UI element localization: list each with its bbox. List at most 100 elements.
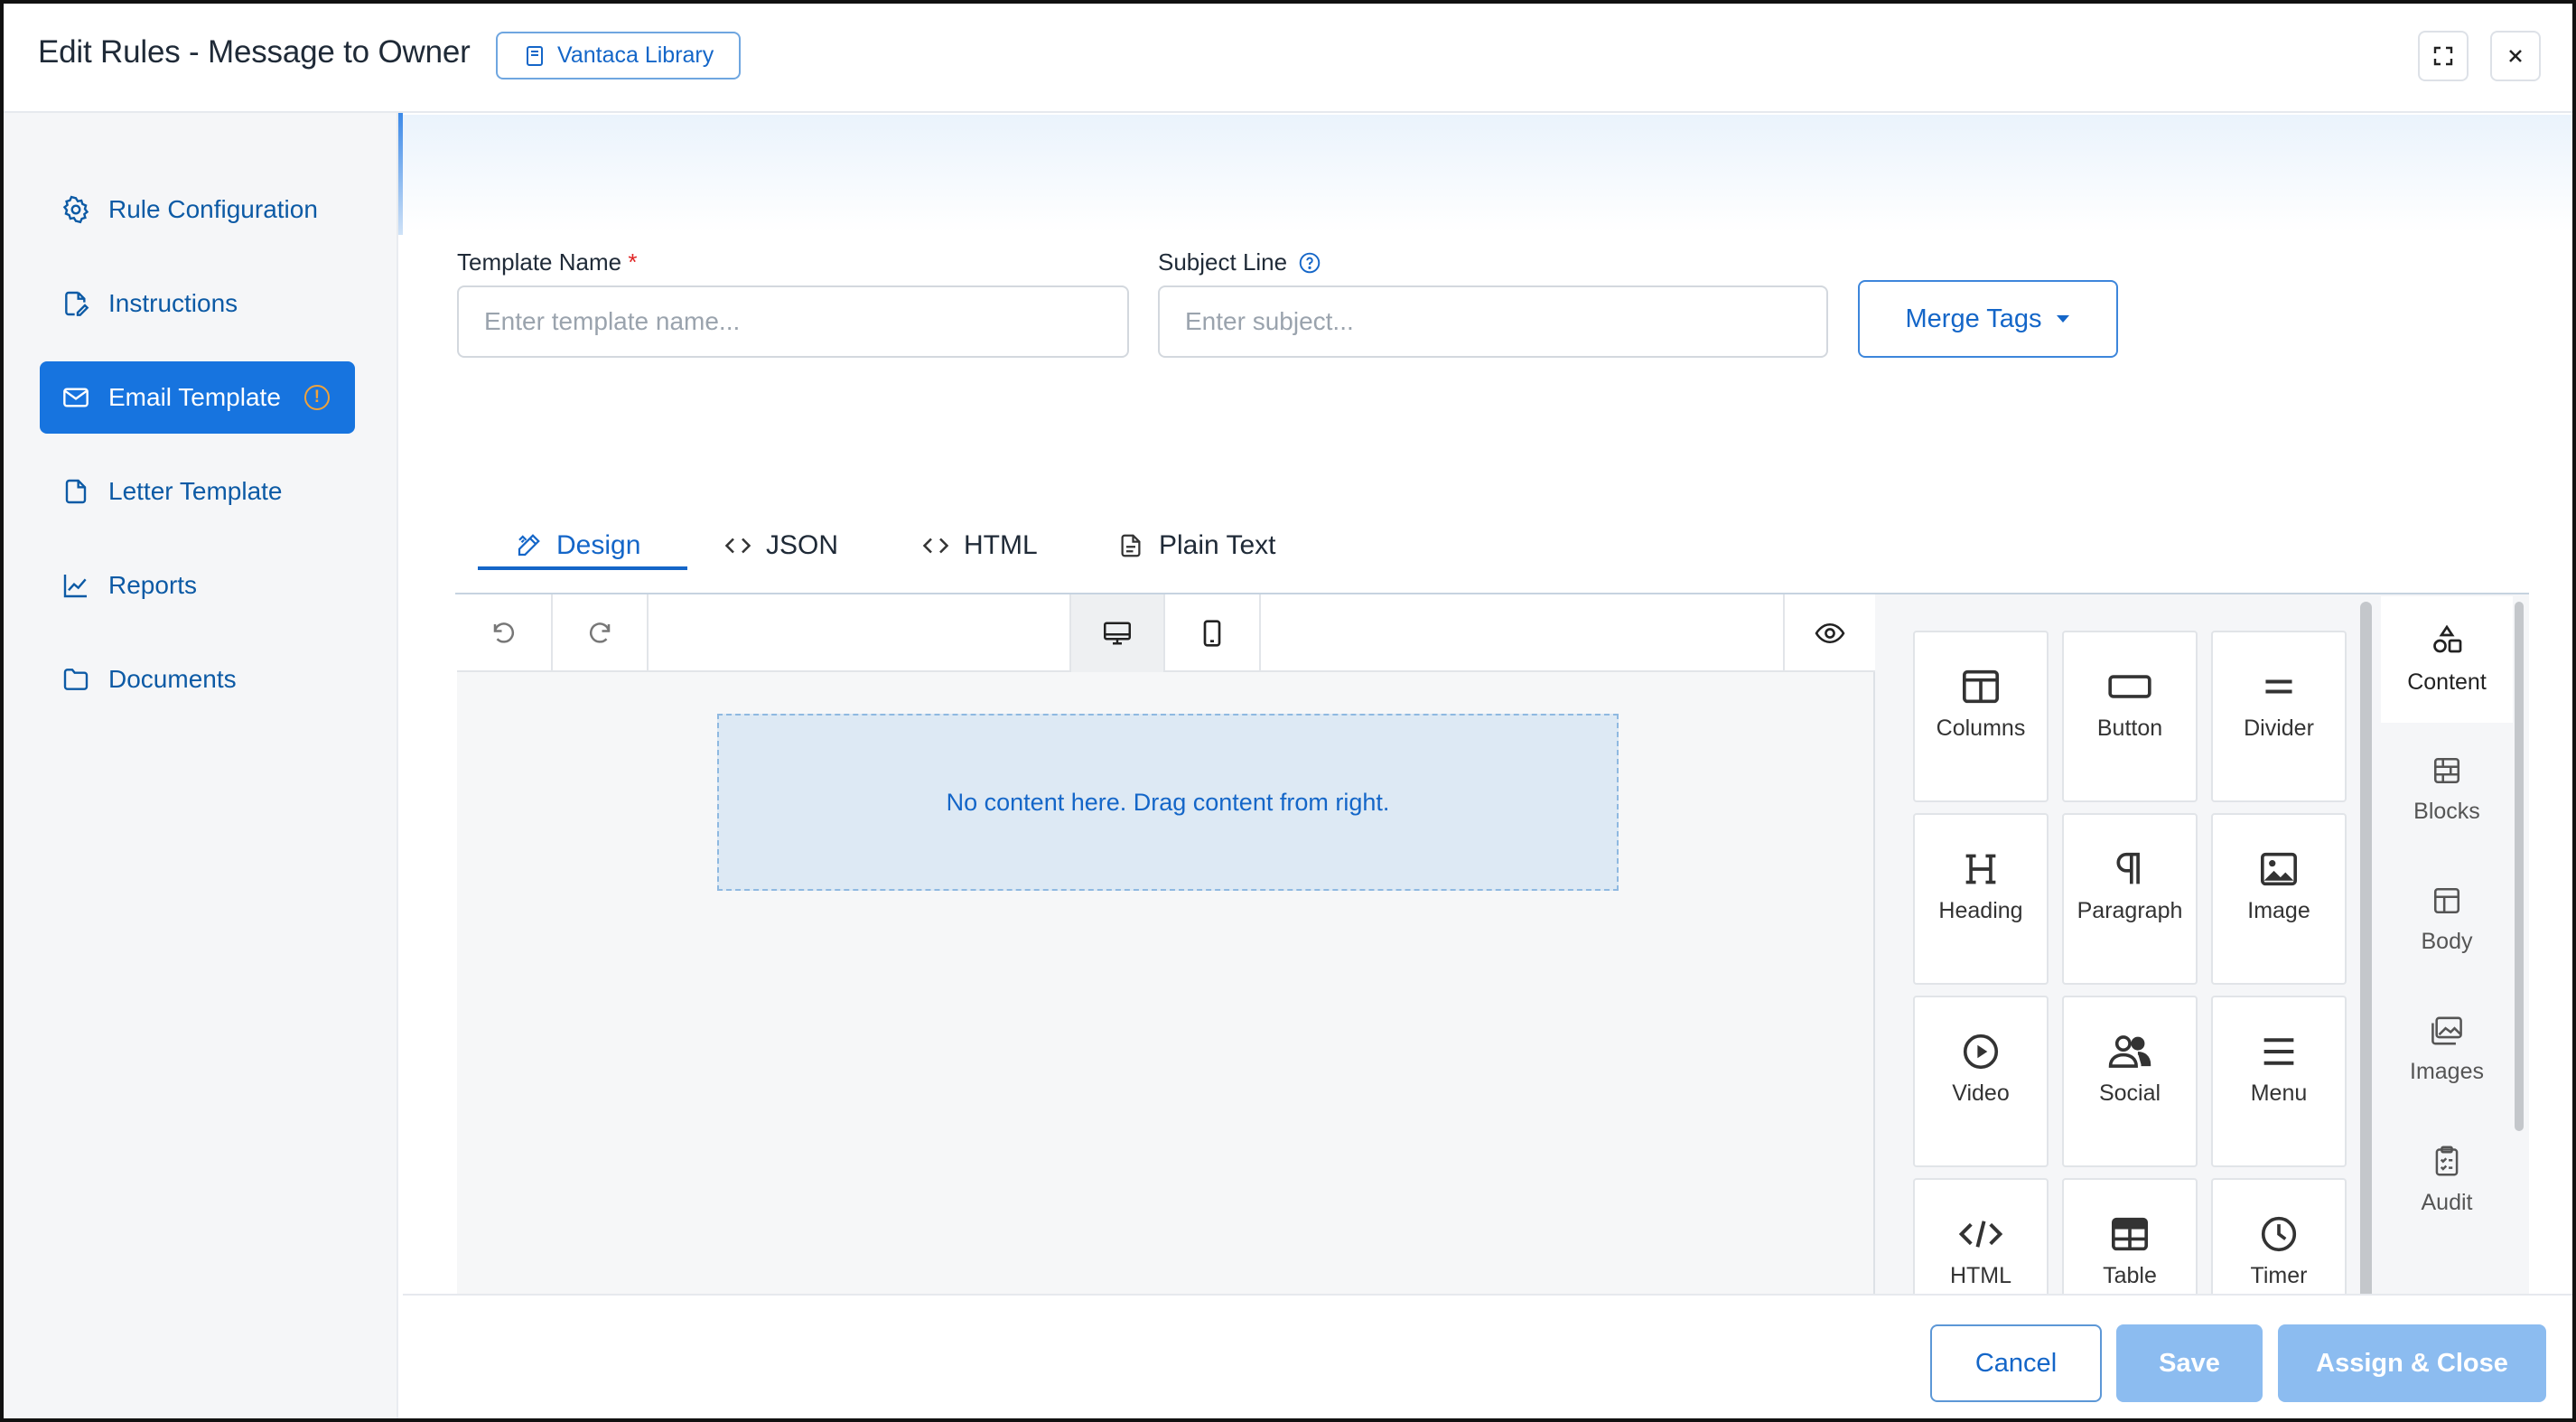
- assign-close-button[interactable]: Assign & Close: [2278, 1324, 2546, 1402]
- subject-line-input[interactable]: [1158, 285, 1828, 358]
- tool-timer[interactable]: Timer: [2211, 1178, 2347, 1294]
- required-mark: *: [628, 248, 638, 276]
- images-icon: [2431, 1016, 2462, 1044]
- folder-icon: [63, 669, 89, 690]
- button-icon: [2108, 675, 2151, 698]
- panel-scrollbar[interactable]: [2515, 602, 2524, 1131]
- document-text-icon: [1121, 534, 1141, 557]
- pen-ruler-icon: [518, 534, 540, 557]
- book-icon: [527, 45, 543, 66]
- caret-down-icon: [2056, 315, 2069, 323]
- tool-button[interactable]: Button: [2062, 631, 2198, 802]
- main-header-strip: [403, 115, 2572, 232]
- eye-icon: [1815, 622, 1845, 644]
- tool-heading[interactable]: Heading: [1913, 813, 2049, 985]
- mobile-view-button[interactable]: [1165, 594, 1261, 672]
- image-icon: [2261, 852, 2297, 886]
- close-button[interactable]: [2490, 31, 2541, 81]
- tool-columns[interactable]: Columns: [1913, 631, 2049, 802]
- sidebar-item-label: Documents: [108, 665, 237, 693]
- redo-icon: [589, 622, 611, 643]
- panel-tabs: Content Blocks Body Images Audit: [2381, 594, 2513, 1294]
- tool-menu[interactable]: Menu: [2211, 996, 2347, 1167]
- tool-html[interactable]: HTML: [1913, 1178, 2049, 1294]
- panel-tab-blocks[interactable]: Blocks: [2381, 726, 2513, 853]
- table-icon: [2112, 1217, 2148, 1251]
- blocks-icon: [2433, 757, 2460, 783]
- tab-plain-text[interactable]: Plain Text: [1117, 519, 1276, 573]
- sidebar-item-instructions[interactable]: Instructions: [40, 267, 355, 340]
- undo-button[interactable]: [457, 594, 553, 672]
- save-button[interactable]: Save: [2116, 1324, 2263, 1402]
- panel-tab-audit[interactable]: Audit: [2381, 1117, 2513, 1243]
- sidebar-item-email-template[interactable]: Email Template !: [40, 361, 355, 434]
- mobile-icon: [1203, 620, 1221, 647]
- columns-icon: [1963, 669, 1999, 704]
- expand-icon: [2433, 46, 2453, 66]
- close-icon: [2509, 50, 2522, 62]
- tool-table[interactable]: Table: [2062, 1178, 2198, 1294]
- body-layout-icon: [2433, 887, 2460, 913]
- subject-line-label: Subject Line: [1158, 248, 1321, 276]
- panel-tab-body[interactable]: Body: [2381, 856, 2513, 983]
- sidebar-item-rule-configuration[interactable]: Rule Configuration: [40, 173, 355, 246]
- clock-icon: [2261, 1216, 2297, 1252]
- tool-video[interactable]: Video: [1913, 996, 2049, 1167]
- expand-button[interactable]: [2418, 31, 2469, 81]
- tool-image[interactable]: Image: [2211, 813, 2347, 985]
- tab-html[interactable]: HTML: [922, 519, 1038, 573]
- empty-drop-zone[interactable]: No content here. Drag content from right…: [717, 714, 1619, 891]
- file-icon: [65, 479, 87, 504]
- social-icon: [2108, 1035, 2151, 1068]
- template-name-input[interactable]: [457, 285, 1129, 358]
- redo-button[interactable]: [553, 594, 649, 672]
- code-icon: [724, 538, 751, 554]
- undo-icon: [493, 622, 515, 643]
- code-icon: [922, 538, 949, 554]
- modal-title: Edit Rules - Message to Owner: [38, 34, 471, 70]
- cancel-button[interactable]: Cancel: [1930, 1324, 2102, 1402]
- editor-tabs: Design JSON HTML Plain Text: [455, 491, 2529, 594]
- tab-design[interactable]: Design: [515, 519, 640, 573]
- desktop-icon: [1104, 622, 1131, 645]
- preview-button[interactable]: [1783, 594, 1875, 672]
- sidebar-item-label: Letter Template: [108, 477, 283, 505]
- template-name-label: Template Name *: [457, 248, 638, 276]
- heading-icon: [1965, 854, 1996, 884]
- desktop-view-button[interactable]: [1069, 594, 1165, 672]
- tool-paragraph[interactable]: Paragraph: [2062, 813, 2198, 985]
- sidebar-item-label: Rule Configuration: [108, 195, 318, 223]
- sidebar-item-reports[interactable]: Reports: [40, 549, 355, 622]
- active-tab-indicator: [478, 566, 687, 570]
- email-canvas: No content here. Drag content from right…: [457, 594, 1875, 1294]
- vantaca-library-label: Vantaca Library: [557, 42, 714, 68]
- sidebar-item-label: Email Template: [108, 383, 281, 411]
- modal-header: Edit Rules - Message to Owner Vantaca Li…: [4, 4, 2572, 113]
- code-icon: [1958, 1221, 2003, 1248]
- gear-icon: [62, 195, 89, 224]
- sidebar-item-label: Instructions: [108, 289, 238, 317]
- warning-icon: !: [303, 385, 330, 410]
- vantaca-library-button[interactable]: Vantaca Library: [496, 32, 742, 80]
- menu-icon: [2263, 1038, 2294, 1065]
- envelope-icon: [63, 388, 89, 407]
- tool-divider[interactable]: Divider: [2211, 631, 2347, 802]
- merge-tags-button[interactable]: Merge Tags: [1858, 280, 2118, 358]
- modal-window: Edit Rules - Message to Owner Vantaca Li…: [0, 0, 2576, 1422]
- video-icon: [1963, 1034, 1999, 1070]
- chart-line-icon: [63, 575, 87, 598]
- shapes-icon: [2433, 624, 2462, 652]
- help-icon[interactable]: [1298, 251, 1321, 275]
- tools-scrollbar[interactable]: [2360, 602, 2372, 1299]
- panel-tab-images[interactable]: Images: [2381, 987, 2513, 1113]
- tool-social[interactable]: Social: [2062, 996, 2198, 1167]
- panel-tab-content[interactable]: Content: [2381, 596, 2513, 723]
- tab-json[interactable]: JSON: [724, 519, 838, 573]
- clipboard-check-icon: [2435, 1146, 2459, 1175]
- sidebar-item-label: Reports: [108, 571, 198, 599]
- divider-icon: [2265, 679, 2292, 694]
- sidebar-item-letter-template[interactable]: Letter Template: [40, 455, 355, 528]
- sidebar-item-documents[interactable]: Documents: [40, 643, 355, 716]
- paragraph-icon: [2116, 852, 2140, 884]
- sidebar: Rule Configuration Instructions Email Te…: [4, 113, 398, 1418]
